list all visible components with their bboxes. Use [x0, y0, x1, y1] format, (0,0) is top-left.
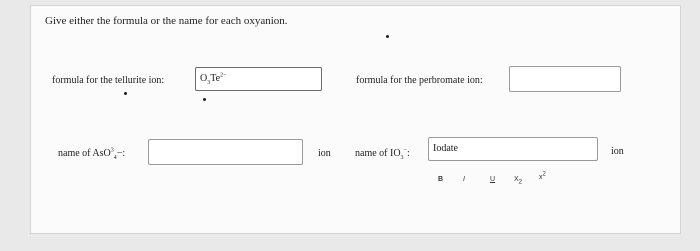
arsenate-name-input[interactable]	[148, 139, 303, 165]
decorative-dot	[386, 35, 389, 38]
decorative-dot	[124, 92, 127, 95]
tellurite-formula-input[interactable]: O3Te2−	[195, 67, 322, 91]
question-prompt: Give either the formula or the name for …	[45, 15, 288, 27]
iodate-name-input[interactable]: Iodate	[428, 137, 598, 161]
iodate-name-value: Iodate	[433, 143, 458, 154]
tellurite-formula-label: formula for the tellurite ion:	[52, 75, 165, 86]
iodate-name-label: name of IO3−:	[355, 147, 410, 161]
decorative-dot	[203, 98, 206, 101]
italic-button[interactable]: I	[463, 175, 465, 185]
superscript-button[interactable]: x2	[539, 172, 546, 183]
perbromate-formula-input[interactable]	[509, 66, 621, 92]
iodate-unit-label: ion	[611, 146, 624, 157]
arsenate-name-label: name of AsO34−:	[58, 147, 126, 161]
question-card: Give either the formula or the name for …	[30, 5, 681, 234]
bold-button[interactable]: B	[438, 175, 443, 185]
underline-button[interactable]: U	[490, 175, 495, 185]
perbromate-formula-label: formula for the perbromate ion:	[356, 75, 483, 86]
subscript-button[interactable]: X2	[514, 175, 522, 185]
tellurite-formula-value: O3Te2−	[200, 72, 227, 86]
arsenate-unit-label: ion	[318, 148, 331, 159]
